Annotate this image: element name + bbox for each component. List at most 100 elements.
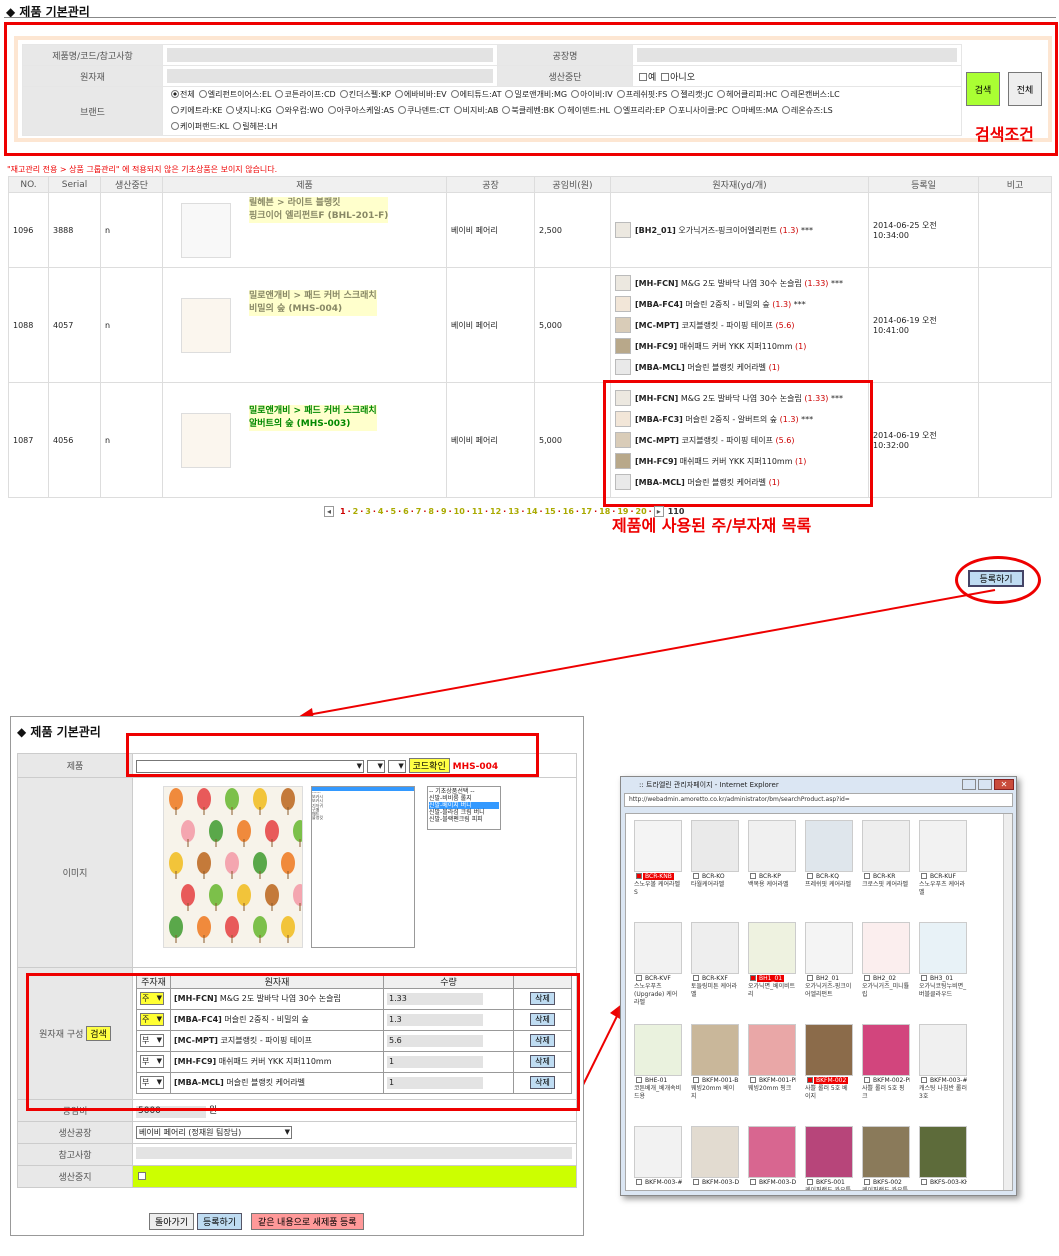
gallery-thumbnail[interactable]: [748, 1024, 796, 1076]
gallery-checkbox[interactable]: [807, 1179, 813, 1185]
gallery-code: BH2_01: [816, 975, 840, 982]
gallery-thumbnail[interactable]: [691, 820, 739, 872]
gallery-code-row: BCR-KXF: [691, 974, 739, 983]
gallery-checkbox[interactable]: [750, 1179, 756, 1185]
minimize-icon[interactable]: [962, 779, 976, 790]
gallery-thumbnail[interactable]: [805, 820, 853, 872]
gallery-item[interactable]: BKFS-002 케이퍼랜드 카오틀: [862, 1126, 910, 1190]
gallery-item[interactable]: BKFM-003-#3캐스팅 나침반 롤러 3호: [919, 1024, 967, 1101]
gallery-checkbox[interactable]: [750, 1077, 756, 1083]
gallery-item[interactable]: BCR-KNB 스노우볼 케어라벨 S: [634, 820, 682, 897]
gallery-item[interactable]: BKFM-002 사쁠 롤러 5호 베이지: [805, 1024, 853, 1101]
gallery-checkbox[interactable]: [636, 873, 642, 879]
gallery-item[interactable]: BKFS-003-KH: [919, 1126, 967, 1187]
register-as-new-button[interactable]: 같은 내용으로 새제품 등록: [251, 1213, 364, 1230]
back-button[interactable]: 돌아가기: [149, 1213, 195, 1230]
note-input[interactable]: [136, 1147, 572, 1159]
gallery-thumbnail[interactable]: [691, 922, 739, 974]
gallery-item[interactable]: BH1_01 오가닉면_베이비트리: [748, 922, 796, 999]
address-bar[interactable]: http://webadmin.amoretto.co.kr/administr…: [624, 793, 1013, 807]
gallery-checkbox[interactable]: [864, 1077, 870, 1083]
tree-shape: [225, 788, 239, 810]
maximize-icon[interactable]: [978, 779, 992, 790]
gallery-item[interactable]: BH3_01 오가닉코팅누비면_버블클라우드: [919, 922, 967, 999]
gallery-checkbox[interactable]: [693, 975, 699, 981]
gallery-thumbnail[interactable]: [805, 1024, 853, 1076]
gallery-item[interactable]: BCR-KXF 토들링미튼 케어라벨: [691, 922, 739, 999]
gallery-name: 케이퍼랜드 카오틀: [805, 1187, 852, 1191]
gallery-checkbox[interactable]: [750, 975, 756, 981]
gallery-thumbnail[interactable]: [862, 1126, 910, 1178]
close-icon[interactable]: ✕: [994, 779, 1014, 790]
gallery-thumbnail[interactable]: [634, 1126, 682, 1178]
gallery-thumbnail[interactable]: [862, 922, 910, 974]
gallery-thumbnail[interactable]: [805, 922, 853, 974]
gallery-thumbnail[interactable]: [634, 820, 682, 872]
gallery-thumbnail[interactable]: [748, 820, 796, 872]
gallery-thumbnail[interactable]: [862, 820, 910, 872]
gallery-checkbox[interactable]: [750, 873, 756, 879]
base-product-option[interactable]: -- 기초상품선택 --: [429, 788, 499, 795]
gallery-item[interactable]: BKFM-003-#5: [634, 1126, 682, 1187]
gallery-checkbox[interactable]: [693, 1179, 699, 1185]
list-item[interactable]: 블랭킷: [312, 816, 414, 820]
form-note-label: 참고사항: [17, 1143, 133, 1166]
gallery-item[interactable]: BCR-KVF 스노우푸츠(Upgrade) 케어라벨: [634, 922, 682, 1007]
gallery-thumbnail[interactable]: [691, 1126, 739, 1178]
gallery-checkbox[interactable]: [636, 975, 642, 981]
gallery-checkbox[interactable]: [807, 873, 813, 879]
base-product-option[interactable]: 신발-비비룸 롤지: [429, 795, 499, 802]
base-product-list[interactable]: ------ 보카시 보카시 기저귀 구매 매트 블랭킷: [311, 786, 415, 948]
gallery-thumbnail[interactable]: [691, 1024, 739, 1076]
popup-scrollbar[interactable]: [1003, 814, 1012, 1190]
gallery-checkbox[interactable]: [864, 873, 870, 879]
gallery-checkbox[interactable]: [921, 873, 927, 879]
gallery-thumbnail[interactable]: [748, 1126, 796, 1178]
gallery-item[interactable]: BKFM-003-D#5PK: [748, 1126, 796, 1187]
gallery-checkbox[interactable]: [921, 975, 927, 981]
form-register-button[interactable]: 등록하기: [197, 1213, 243, 1230]
gallery-name: 오가닉거즈-핑크이어엘리펀트: [805, 983, 852, 998]
base-product-option[interactable]: 신발-블랙펜크림 피피: [429, 816, 499, 823]
gallery-thumbnail[interactable]: [634, 1024, 682, 1076]
gallery-item[interactable]: BCR-KP 백목용 케어라벨: [748, 820, 796, 889]
gallery-item[interactable]: BHE-01 코튼베개_베개속비드용: [634, 1024, 682, 1101]
gallery-item[interactable]: BKFM-001-PK 웨빙20mm 핑크: [748, 1024, 796, 1093]
gallery-checkbox[interactable]: [636, 1179, 642, 1185]
gallery-thumbnail[interactable]: [748, 922, 796, 974]
gallery-item[interactable]: BCR-KUF 스노우푸츠 케어라벨: [919, 820, 967, 897]
gallery-thumbnail[interactable]: [919, 922, 967, 974]
gallery-item[interactable]: BKFM-003-D#5BE: [691, 1126, 739, 1187]
gallery-name: 사쁠 롤러 5호 핑크: [862, 1085, 905, 1100]
gallery-checkbox[interactable]: [807, 1077, 813, 1083]
gallery-item[interactable]: BKFM-001-BE 웨빙20mm 베이지: [691, 1024, 739, 1101]
gallery-checkbox[interactable]: [693, 873, 699, 879]
gallery-checkbox[interactable]: [864, 975, 870, 981]
gallery-checkbox[interactable]: [921, 1179, 927, 1185]
factory-select[interactable]: 베이비 페어리 (정재원 팀장님): [136, 1126, 292, 1139]
gallery-thumbnail[interactable]: [919, 1126, 967, 1178]
gallery-thumbnail[interactable]: [919, 820, 967, 872]
gallery-checkbox[interactable]: [636, 1077, 642, 1083]
gallery-checkbox[interactable]: [693, 1077, 699, 1083]
base-product-option[interactable]: 신발-블라섬 크림 버니: [429, 809, 499, 816]
gallery-item[interactable]: BKFM-002-PK 사쁠 롤러 5호 핑크: [862, 1024, 910, 1101]
gallery-code: BKFM-003-#5: [645, 1179, 682, 1186]
gallery-item[interactable]: BH2_02 오가닉거즈_미니튤립: [862, 922, 910, 999]
gallery-item[interactable]: BCR-KO 타월케어라벨: [691, 820, 739, 889]
gallery-checkbox[interactable]: [864, 1179, 870, 1185]
gallery-thumbnail[interactable]: [805, 1126, 853, 1178]
base-product-select-list[interactable]: -- 기초상품선택 -- 신발-비비룸 롤지 신발-베이지 버니 신발-블라섬 크림 …: [427, 786, 501, 830]
gallery-item[interactable]: BCR-KR 크로스핏 케어라벨: [862, 820, 910, 889]
gallery-checkbox[interactable]: [807, 975, 813, 981]
tree-shape: [169, 916, 183, 938]
gallery-thumbnail[interactable]: [862, 1024, 910, 1076]
gallery-item[interactable]: BH2_01 오가닉거즈-핑크이어엘리펀트: [805, 922, 853, 999]
gallery-item[interactable]: BKFS-001 케이퍼랜드 카오틀: [805, 1126, 853, 1191]
stop-checkbox[interactable]: [138, 1171, 146, 1180]
gallery-thumbnail[interactable]: [634, 922, 682, 974]
gallery-thumbnail[interactable]: [919, 1024, 967, 1076]
gallery-checkbox[interactable]: [921, 1077, 927, 1083]
base-product-option[interactable]: 신발-베이지 버니: [429, 802, 499, 809]
gallery-item[interactable]: BCR-KQ 프레쉬핏 케어라벨: [805, 820, 853, 889]
